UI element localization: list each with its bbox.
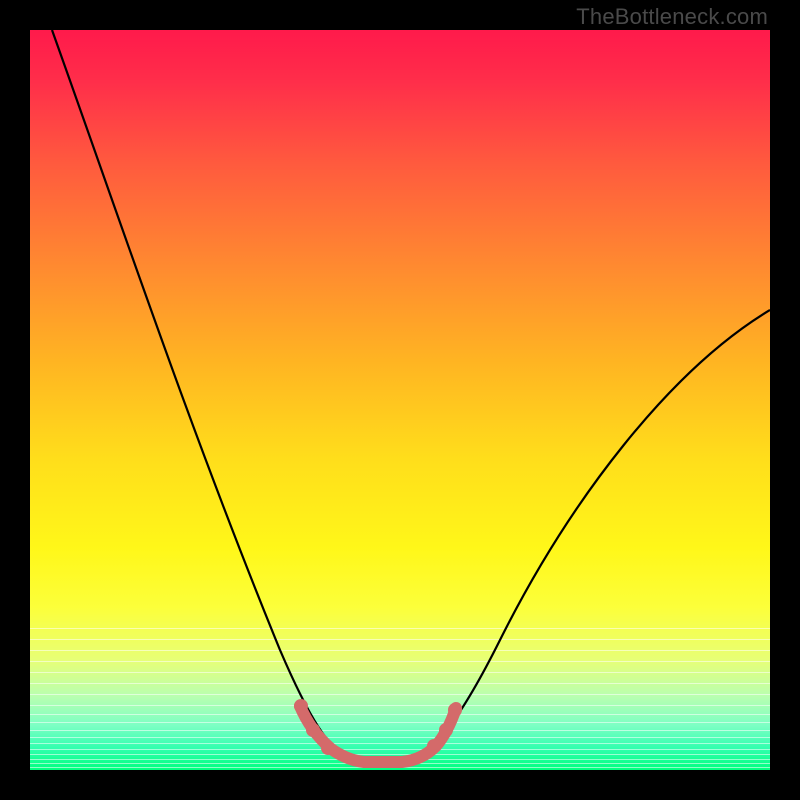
marker-dot <box>448 703 462 717</box>
marker-dot <box>306 723 320 737</box>
marker-dot <box>321 741 335 755</box>
watermark-text: TheBottleneck.com <box>576 4 768 30</box>
marker-dot <box>439 723 453 737</box>
bottleneck-curve-line <box>52 30 770 760</box>
flat-zone-marker-line <box>300 706 456 762</box>
plot-area <box>30 30 770 770</box>
chart-svg <box>30 30 770 770</box>
marker-dot <box>427 739 441 753</box>
marker-dot <box>294 699 308 713</box>
